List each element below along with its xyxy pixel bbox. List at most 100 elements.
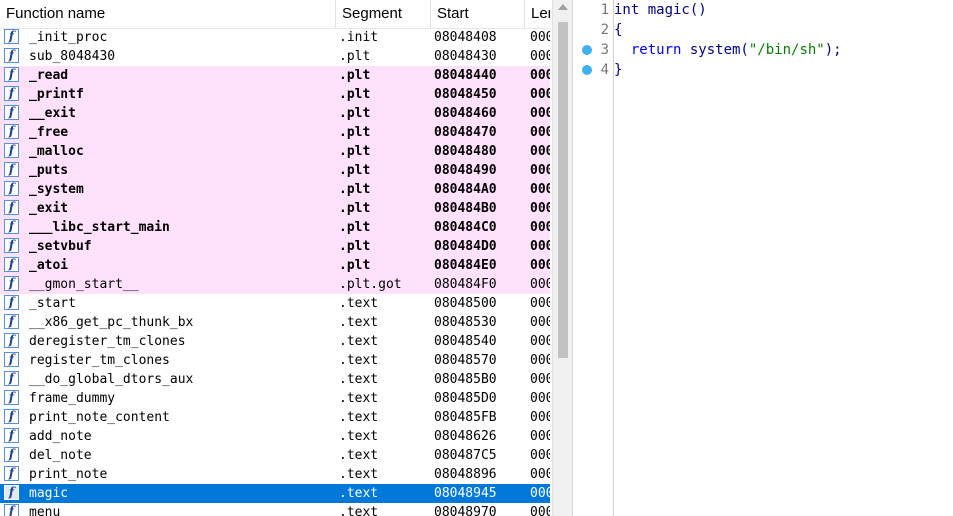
function-icon: f: [4, 238, 19, 253]
code-line[interactable]: 1 int magic(): [573, 0, 953, 20]
function-row[interactable]: f _malloc .plt 08048480 000: [0, 142, 550, 161]
start-address-cell: 08048450: [434, 87, 497, 102]
function-row[interactable]: f _read .plt 08048440 000: [0, 66, 550, 85]
start-address-cell: 080484C0: [434, 220, 497, 235]
length-cell: 000: [530, 410, 550, 425]
function-icon: f: [4, 29, 19, 44]
function-row[interactable]: f _exit .plt 080484B0 000: [0, 199, 550, 218]
code-text: int magic(): [614, 0, 707, 20]
function-name-cell: _system: [29, 182, 84, 197]
function-row[interactable]: f _setvbuf .plt 080484D0 000: [0, 237, 550, 256]
function-row[interactable]: f _puts .plt 08048490 000: [0, 161, 550, 180]
start-address-cell: 08048490: [434, 163, 497, 178]
function-name-cell: _setvbuf: [29, 239, 92, 254]
length-cell: 000: [530, 505, 550, 516]
function-row[interactable]: f magic .text 08048945 000: [0, 484, 550, 503]
start-address-cell: 08048970: [434, 505, 497, 516]
length-cell: 000: [530, 125, 550, 140]
column-header-segment[interactable]: Segment: [336, 0, 431, 28]
segment-cell: .text: [339, 372, 379, 387]
segment-cell: .plt: [339, 144, 371, 159]
function-row[interactable]: f __gmon_start__ .plt.got 080484F0 000: [0, 275, 550, 294]
code-line[interactable]: 3 return system("/bin/sh");: [573, 40, 953, 60]
function-icon: f: [4, 371, 19, 386]
function-name-cell: _init_proc: [29, 30, 108, 45]
code-token: );: [824, 42, 842, 58]
functions-vertical-scrollbar[interactable]: [552, 0, 572, 516]
start-address-cell: 08048440: [434, 68, 497, 83]
function-name-cell: add_note: [29, 429, 92, 444]
segment-cell: .plt: [339, 182, 371, 197]
line-number: 1: [600, 2, 609, 18]
function-row[interactable]: f print_note_content .text 080485FB 000: [0, 408, 550, 427]
segment-cell: .plt: [339, 106, 371, 121]
column-header-function-name[interactable]: Function name: [0, 0, 336, 28]
start-address-cell: 08048530: [434, 315, 497, 330]
segment-cell: .text: [339, 467, 379, 482]
column-header-length[interactable]: Ler: [525, 0, 550, 28]
function-row[interactable]: f _system .plt 080484A0 000: [0, 180, 550, 199]
pseudocode-window[interactable]: 1 int magic() 2{3 return system("/bin/sh")…: [573, 0, 953, 516]
function-icon: f: [4, 314, 19, 329]
function-row[interactable]: f _printf .plt 08048450 000: [0, 85, 550, 104]
function-row[interactable]: f _init_proc .init 08048408 000: [0, 28, 550, 47]
start-address-cell: 08048570: [434, 353, 497, 368]
line-number: 2: [600, 22, 609, 38]
length-cell: 000: [530, 429, 550, 444]
function-name-cell: __gmon_start__: [29, 277, 139, 292]
segment-cell: .text: [339, 315, 379, 330]
segment-cell: .plt: [339, 239, 371, 254]
function-row[interactable]: f __exit .plt 08048460 000: [0, 104, 550, 123]
function-icon: f: [4, 181, 19, 196]
function-row[interactable]: f frame_dummy .text 080485D0 000: [0, 389, 550, 408]
function-icon: f: [4, 276, 19, 291]
breakpoint-dot-icon[interactable]: [582, 65, 592, 75]
function-row[interactable]: f _start .text 08048500 000: [0, 294, 550, 313]
start-address-cell: 08048430: [434, 49, 497, 64]
code-text: }: [614, 60, 622, 80]
scrollbar-thumb[interactable]: [558, 22, 568, 358]
function-name-cell: __do_global_dtors_aux: [29, 372, 194, 387]
function-icon: f: [4, 447, 19, 462]
code-line[interactable]: 2{: [573, 20, 953, 40]
start-address-cell: 08048540: [434, 334, 497, 349]
start-address-cell: 08048460: [434, 106, 497, 121]
code-line[interactable]: 4}: [573, 60, 953, 80]
function-row[interactable]: f __x86_get_pc_thunk_bx .text 08048530 000: [0, 313, 550, 332]
function-row[interactable]: f sub_8048430 .plt 08048430 000: [0, 47, 550, 66]
function-row[interactable]: f _free .plt 08048470 000: [0, 123, 550, 142]
function-row[interactable]: f print_note .text 08048896 000: [0, 465, 550, 484]
function-row[interactable]: f menu .text 08048970 000: [0, 503, 550, 516]
length-cell: 000: [530, 239, 550, 254]
length-cell: 000: [530, 448, 550, 463]
function-name-cell: _printf: [29, 87, 84, 102]
function-row[interactable]: f add_note .text 08048626 000: [0, 427, 550, 446]
line-number: 3: [600, 42, 609, 58]
start-address-cell: 08048896: [434, 467, 497, 482]
function-row[interactable]: f ___libc_start_main .plt 080484C0 000: [0, 218, 550, 237]
start-address-cell: 080484F0: [434, 277, 497, 292]
function-row[interactable]: f deregister_tm_clones .text 08048540 000: [0, 332, 550, 351]
length-cell: 000: [530, 30, 550, 45]
functions-list[interactable]: f _init_proc .init 08048408 000 f sub_8048430.…: [0, 28, 550, 516]
function-name-cell: _atoi: [29, 258, 69, 273]
function-icon: f: [4, 67, 19, 82]
function-row[interactable]: f del_note .text 080487C5 000: [0, 446, 550, 465]
start-address-cell: 080485FB: [434, 410, 497, 425]
function-icon: f: [4, 390, 19, 405]
column-header-start[interactable]: Start: [431, 0, 525, 28]
segment-cell: .plt: [339, 68, 371, 83]
function-name-cell: _exit: [29, 201, 69, 216]
length-cell: 000: [530, 315, 550, 330]
function-icon: f: [4, 428, 19, 443]
function-row[interactable]: f __do_global_dtors_aux .text 080485B0 000: [0, 370, 550, 389]
line-number: 4: [600, 62, 609, 78]
length-cell: 000: [530, 49, 550, 64]
function-row[interactable]: f register_tm_clones .text 08048570 000: [0, 351, 550, 370]
length-cell: 000: [530, 87, 550, 102]
breakpoint-dot-icon[interactable]: [582, 45, 592, 55]
length-cell: 000: [530, 182, 550, 197]
scroll-up-arrow-icon[interactable]: [558, 4, 568, 10]
function-row[interactable]: f _atoi .plt 080484E0 000: [0, 256, 550, 275]
segment-cell: .plt.got: [339, 277, 402, 292]
